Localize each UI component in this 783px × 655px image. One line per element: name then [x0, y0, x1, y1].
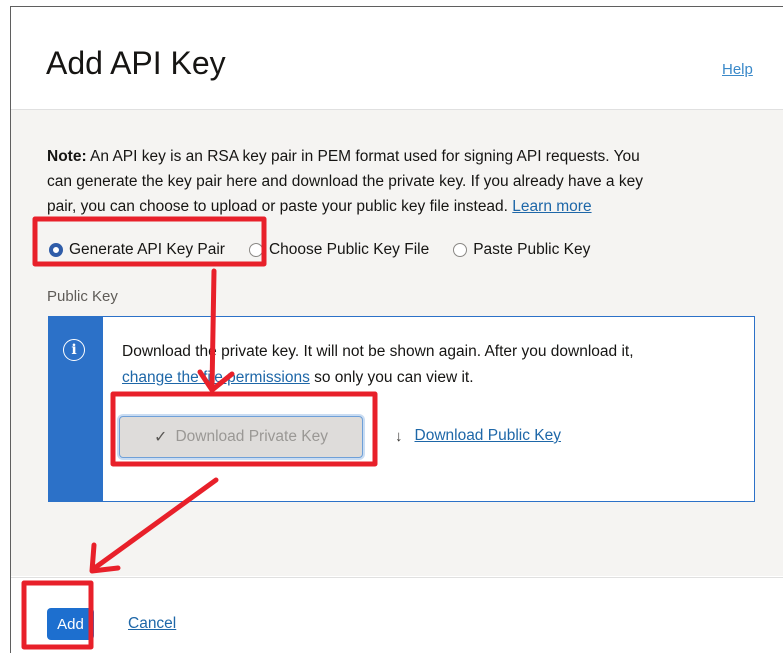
dialog-header: Add API Key Help — [11, 7, 783, 110]
info-message-box: i Download the private key. It will not … — [48, 316, 755, 502]
radio-label: Paste Public Key — [473, 241, 591, 258]
info-message: Download the private key. It will not be… — [122, 339, 752, 391]
info-line2: so only you can view it. — [309, 369, 474, 386]
key-source-radio-group: Generate API Key Pair Choose Public Key … — [49, 238, 590, 262]
note-line1: An API key is an RSA key pair in PEM for… — [86, 148, 640, 165]
note-label: Note: — [47, 148, 87, 165]
info-strip: i — [49, 317, 103, 501]
change-permissions-link[interactable]: change the file permissions — [122, 369, 310, 386]
dialog-body: Note: An API key is an RSA key pair in P… — [11, 110, 783, 576]
note-line2: can generate the key pair here and downl… — [47, 173, 643, 190]
radio-unchecked-icon[interactable] — [248, 243, 263, 257]
help-link[interactable]: Help — [722, 61, 753, 78]
radio-choose-public-key-file[interactable]: Choose Public Key File — [248, 241, 430, 259]
add-api-key-dialog: Add API Key Help Note: An API key is an … — [10, 6, 783, 655]
download-public-key[interactable]: ↓ Download Public Key — [395, 427, 561, 445]
radio-checked-icon[interactable] — [49, 243, 63, 257]
cancel-link[interactable]: Cancel — [128, 615, 176, 633]
radio-unchecked-icon[interactable] — [453, 243, 468, 257]
info-icon: i — [63, 339, 85, 361]
public-key-label: Public Key — [47, 288, 118, 305]
check-icon: ✓ — [154, 429, 168, 446]
note-text: Note: An API key is an RSA key pair in P… — [47, 144, 747, 219]
note-line3: pair, you can choose to upload or paste … — [47, 198, 513, 215]
download-private-key-button[interactable]: ✓ Download Private Key — [119, 416, 363, 458]
learn-more-link[interactable]: Learn more — [512, 198, 591, 215]
dialog-title: Add API Key — [46, 45, 226, 81]
download-arrow-icon: ↓ — [395, 427, 403, 445]
add-button[interactable]: Add — [47, 608, 94, 640]
download-public-key-link[interactable]: Download Public Key — [415, 427, 561, 445]
info-line1: Download the private key. It will not be… — [122, 343, 634, 360]
download-private-key-label: Download Private Key — [175, 428, 328, 445]
radio-generate-key-pair[interactable]: Generate API Key Pair — [49, 241, 225, 259]
dialog-footer: Add Cancel — [11, 577, 783, 655]
radio-paste-public-key[interactable]: Paste Public Key — [453, 241, 590, 259]
radio-label: Choose Public Key File — [268, 241, 430, 258]
radio-label: Generate API Key Pair — [69, 241, 225, 258]
